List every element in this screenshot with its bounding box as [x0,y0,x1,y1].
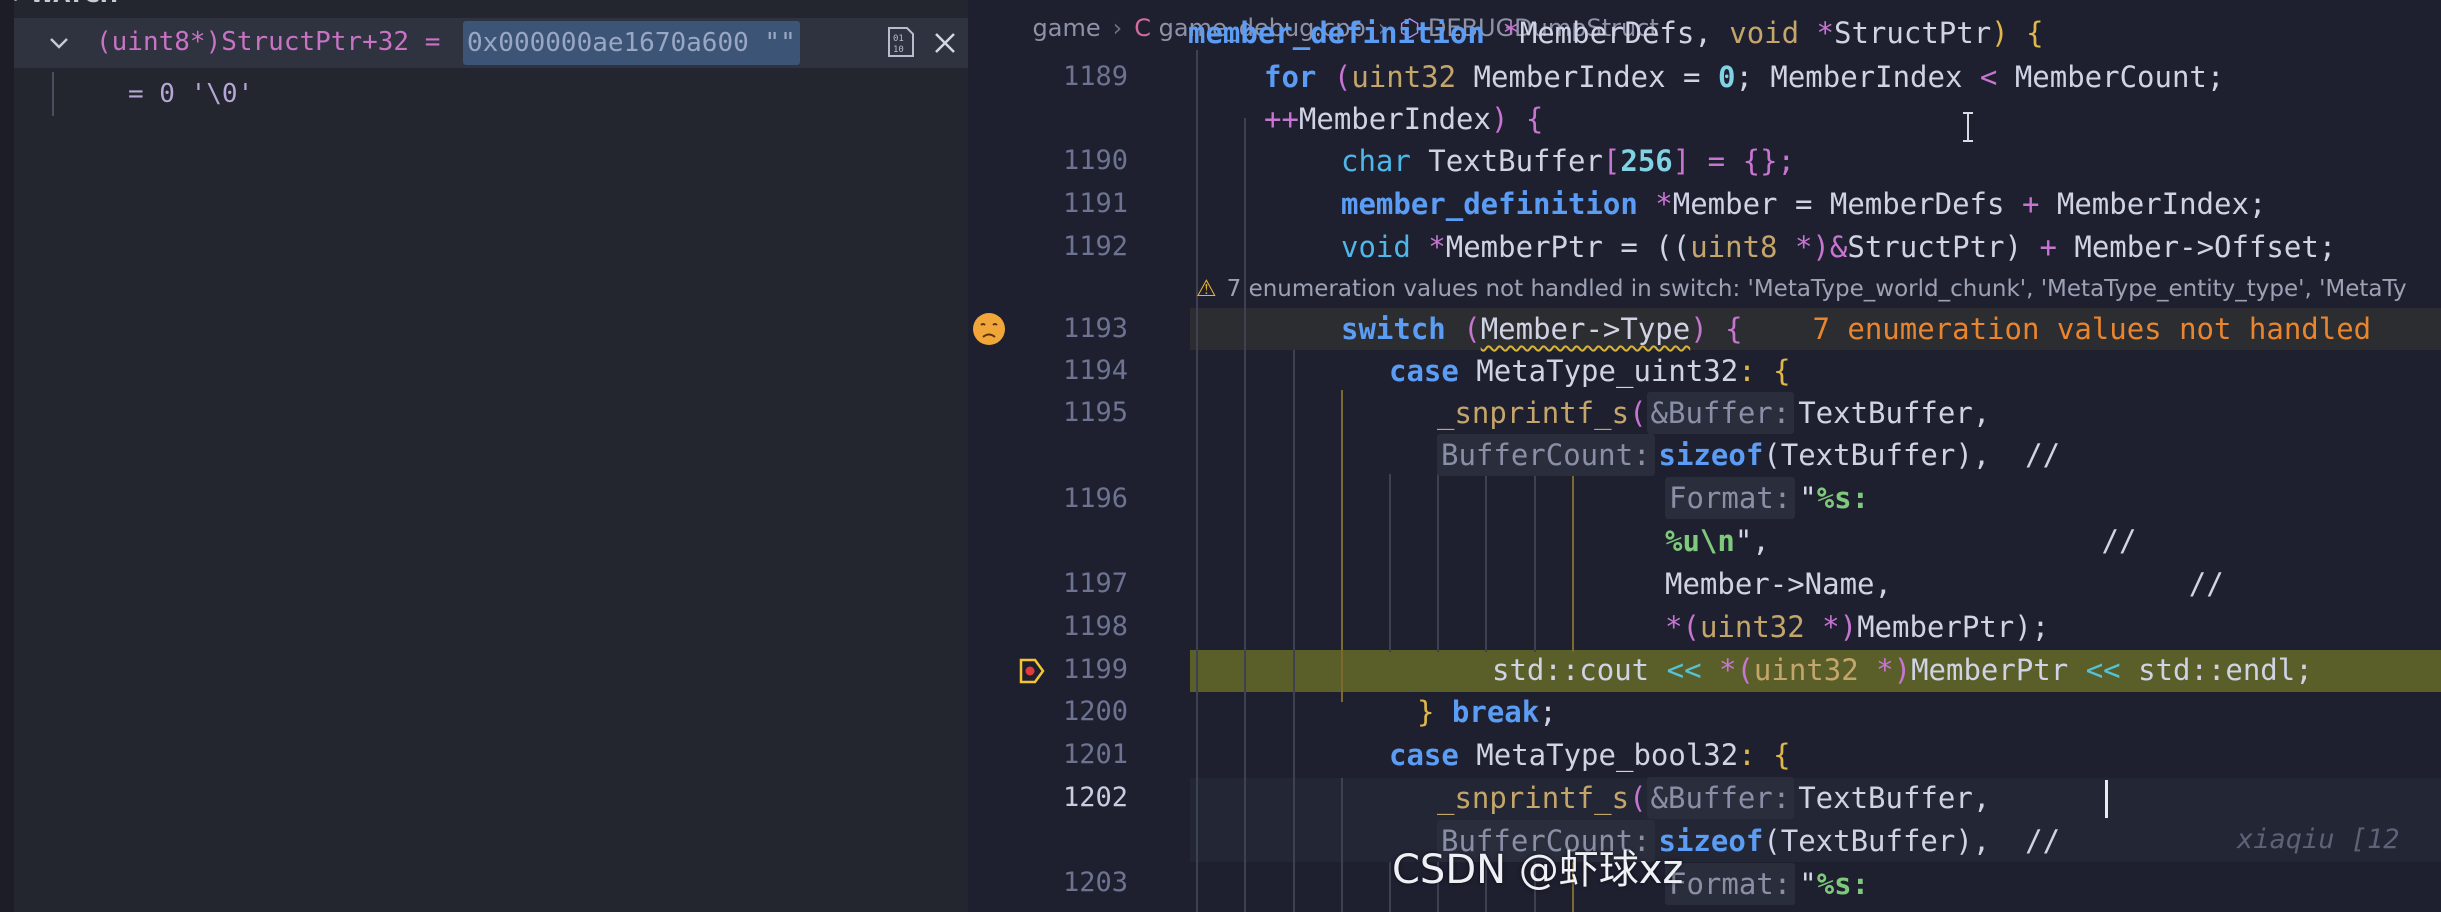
line-number: 1193 [1062,313,1128,344]
watch-expression-row[interactable]: (uint8*)StructPtr+32 = 0x000000ae1670a60… [14,18,968,68]
chevron-right-icon: › [1112,14,1123,42]
line-number: 1197 [1062,568,1128,599]
cpp-file-icon: C [1134,14,1151,42]
code-line[interactable]: } break; [1417,691,1557,733]
git-blame-annotation: xiaqiu [12 [2237,824,2400,855]
svg-text:01: 01 [893,34,904,44]
line-number: 1190 [1062,145,1128,176]
parameter-hint: Format: [1665,477,1796,519]
watch-section-header[interactable]: ⌄ WATCH [8,0,118,8]
watch-child-value: = 0 '\0' [128,79,254,109]
line-number: 1203 [1062,867,1128,898]
line-number: 1201 [1062,739,1128,770]
watch-panel: ⌄ WATCH (uint8*)StructPtr+32 = 0x000000a… [0,0,968,912]
watch-value[interactable]: 0x000000ae1670a600 "" [463,21,800,65]
chevron-down-icon[interactable] [44,28,74,58]
code-line[interactable]: BufferCount: sizeof(TextBuffer), // [1437,434,2060,476]
line-number: 1189 [1062,61,1128,92]
line-number: 1200 [1062,696,1128,727]
text-cursor [2105,780,2108,818]
code-line[interactable]: case MetaType_uint32: { [1389,350,1791,392]
warning-icon: ⚠ [1196,276,1217,302]
watch-header-label: WATCH [30,0,118,8]
code-line[interactable]: Member->Name, // [1665,563,2224,605]
code-line[interactable]: ++MemberIndex) { [1264,98,1543,140]
inline-error-message: 7 enumeration values not handled [1812,312,2372,346]
indent-guide [1341,778,1343,912]
parameter-hint: &Buffer: [1646,392,1795,434]
close-icon[interactable] [932,30,958,56]
watch-child-row[interactable]: = 0 '\0' [14,72,968,116]
code-line[interactable]: switch (Member->Type) { 7 enumeration va… [1341,308,2371,350]
indent-guide [1485,474,1487,652]
panel-gutter [0,0,14,912]
code-line[interactable]: %u\n", // [1665,520,2136,562]
indent-guide [1389,474,1391,652]
parameter-hint: &Buffer: [1646,777,1795,819]
line-number: 1191 [1062,188,1128,219]
breadcrumb-folder[interactable]: game [1033,14,1101,42]
parameter-hint: Format: [1665,863,1796,905]
indent-guide [1534,474,1536,652]
tree-guide [52,72,54,116]
code-line[interactable]: std::cout << *(uint32 *)MemberPtr << std… [1492,649,2313,691]
indent-guide [1244,118,1246,912]
line-number: 1195 [1062,397,1128,428]
parameter-hint: BufferCount: [1437,434,1655,476]
indent-guide [1293,350,1295,912]
diagnostic-warning[interactable]: ⚠ 7 enumeration values not handled in swi… [1196,272,2407,306]
binary-view-icon[interactable]: 01 10 [886,26,916,58]
code-line[interactable]: void *MemberPtr = ((uint8 *)&StructPtr) … [1341,226,2336,268]
code-editor[interactable]: game › C game_debug.cpp › ⬡ DEBUGDumpStruct … [968,0,2441,912]
ibeam-cursor-icon [1963,112,1973,142]
line-number-current: 1202 [1062,782,1128,813]
line-number: 1196 [1062,483,1128,514]
indent-guide [1389,862,1391,912]
code-line[interactable]: member_definition *Member = MemberDefs +… [1341,183,2266,225]
code-line[interactable]: Format: "%s: [1665,477,1869,519]
code-line[interactable]: *(uint32 *)MemberPtr); [1665,606,2049,648]
code-line[interactable]: _snprintf_s(&Buffer: TextBuffer, [1437,392,1990,434]
code-line[interactable]: _snprintf_s(&Buffer: TextBuffer, [1437,777,1990,819]
indent-guide-active [1572,474,1574,652]
line-number: 1199 [1062,654,1128,685]
indent-guide-active [1341,390,1343,702]
code-line[interactable]: case MetaType_bool32: { [1389,734,1791,776]
code-line[interactable]: for (uint32 MemberIndex = 0; MemberIndex… [1264,56,2224,98]
line-number: 1198 [1062,611,1128,642]
chevron-down-icon[interactable]: ⌄ [8,0,23,8]
indent-guide [1196,50,1198,912]
watch-expression[interactable]: (uint8*)StructPtr+32 = [96,24,456,60]
code-line[interactable]: char TextBuffer[256] = {}; [1341,140,1795,182]
warning-message: 7 enumeration values not handled in swit… [1226,276,2407,302]
line-number: 1192 [1062,231,1128,262]
code-line[interactable]: Format: "%s: [1665,863,1869,905]
svg-text:10: 10 [893,45,904,55]
watermark: CSDN @虾球xz [1392,847,1684,893]
line-number: 1194 [1062,355,1128,386]
indent-guide [1437,474,1439,652]
code-line[interactable]: member_definition *MemberDefs, void *Str… [1188,12,2044,54]
